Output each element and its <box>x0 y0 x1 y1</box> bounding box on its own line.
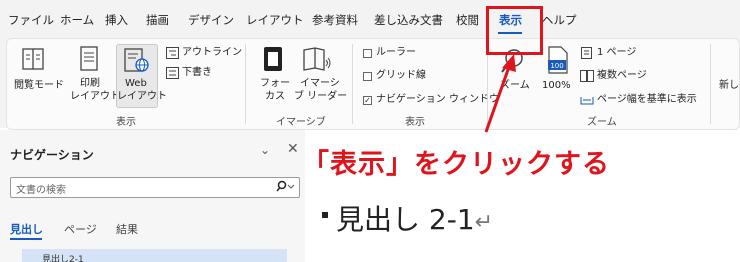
ruler-label: ルーラー <box>376 47 416 58</box>
read-mode-icon <box>22 48 44 70</box>
show-group-label: 表示 <box>405 117 425 128</box>
page-width-button[interactable]: ページ幅を基準に表示 <box>597 94 697 106</box>
close-icon[interactable]: ✕ <box>287 141 299 157</box>
print-layout-label-2[interactable]: レイアウト <box>70 91 120 103</box>
menu-references[interactable]: 参考資料 <box>312 12 358 28</box>
heading-list-item-label: 見出し2-1 <box>42 255 84 262</box>
one-page-button[interactable]: 1 ページ <box>597 47 636 59</box>
immersive-reader-label-2[interactable]: ブ リーダー <box>294 91 347 103</box>
tab-headings[interactable]: 見出し <box>10 221 43 237</box>
tab-results[interactable]: 結果 <box>116 221 138 237</box>
draft-button[interactable]: 下書き <box>182 67 212 79</box>
gridlines-label: グリッド線 <box>376 70 426 81</box>
print-layout-label-1[interactable]: 印刷 <box>80 78 100 90</box>
chevron-down-icon[interactable]: ⌄ <box>260 143 270 157</box>
one-page-icon <box>581 47 592 59</box>
menu-review[interactable]: 校閲 <box>456 12 479 28</box>
menu-design[interactable]: デザイン <box>188 12 234 28</box>
immersive-reader-icon <box>303 47 331 71</box>
focus-icon <box>264 47 282 71</box>
read-mode-button[interactable]: 閲覧モード <box>14 80 64 92</box>
svg-text:100: 100 <box>550 62 563 70</box>
web-layout-icon <box>124 48 149 72</box>
view-group-label: 表示 <box>116 117 136 128</box>
paragraph-mark: ↵ <box>474 210 494 235</box>
tab-pages[interactable]: ページ <box>64 221 97 237</box>
group-separator <box>710 44 711 124</box>
menu-file[interactable]: ファイル <box>8 12 54 28</box>
menu-insert[interactable]: 挿入 <box>105 12 128 28</box>
ruler-checkbox[interactable] <box>363 49 372 58</box>
highlight-box <box>486 6 543 55</box>
heading-bullet <box>322 212 328 218</box>
search-placeholder: 文書の検索 <box>16 185 66 196</box>
outline-icon <box>166 47 179 59</box>
new-window-button[interactable]: 新し <box>719 80 739 92</box>
web-layout-label-1: Web <box>125 78 147 89</box>
draft-icon <box>166 67 179 79</box>
active-tab-underline <box>10 238 42 240</box>
gridlines-checkbox[interactable] <box>363 72 372 81</box>
group-separator <box>352 44 353 124</box>
arrow-icon <box>484 54 516 133</box>
menu-help[interactable]: ヘルプ <box>542 12 577 28</box>
menu-draw[interactable]: 描画 <box>146 12 169 28</box>
web-layout-label-2: レイアウト <box>117 91 167 102</box>
immersive-reader-label-1[interactable]: イマーシ <box>300 78 340 90</box>
menu-home[interactable]: ホーム <box>60 12 94 28</box>
zoom-100-button[interactable]: 100% <box>542 80 571 92</box>
menu-layout[interactable]: レイアウト <box>246 12 304 28</box>
document-heading[interactable]: 見出し 2-1↵ <box>336 198 493 238</box>
zoom-group-label: ズーム <box>587 117 617 128</box>
zoom-100-icon: 100 <box>548 46 568 74</box>
immersive-group-label: イマーシブ <box>276 117 326 128</box>
nav-pane-title: ナビゲーション <box>10 148 94 162</box>
outline-button[interactable]: アウトライン <box>182 47 242 59</box>
focus-label-2[interactable]: カス <box>265 91 285 103</box>
menu-mailings[interactable]: 差し込み文書 <box>374 12 443 28</box>
page-width-icon <box>580 97 594 105</box>
group-separator <box>245 44 246 124</box>
print-layout-icon <box>80 46 98 71</box>
annotation-text: 「表示」をクリックする <box>302 149 610 180</box>
search-icon[interactable] <box>276 180 296 192</box>
multiple-pages-icon <box>580 70 594 82</box>
document-heading-text: 見出し 2-1 <box>336 203 475 236</box>
focus-label-1[interactable]: フォー <box>260 78 290 90</box>
multiple-pages-button[interactable]: 複数ページ <box>597 70 647 82</box>
nav-pane-checkbox[interactable]: ✓ <box>363 96 372 105</box>
